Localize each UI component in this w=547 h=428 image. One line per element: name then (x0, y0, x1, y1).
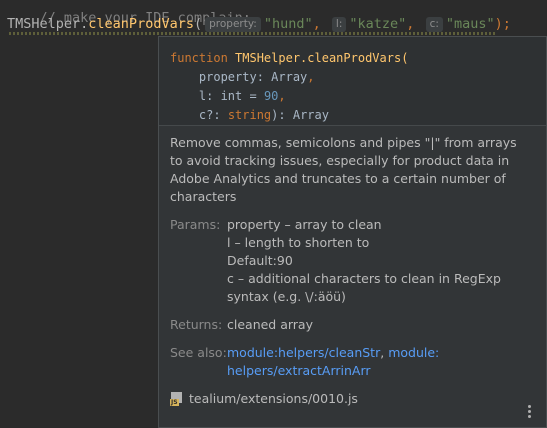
returns-value: cleaned array (227, 317, 313, 332)
function-name: TMSHelper.cleanProdVars( (235, 51, 409, 65)
comma: , (278, 89, 286, 103)
code-call-line[interactable]: TMSHelper.cleanProdVars(property: "hund",… (7, 15, 511, 33)
source-file[interactable]: JS tealium/extensions/0010.js (170, 390, 532, 408)
link-separator: , (380, 345, 389, 360)
arg-value: "maus" (445, 16, 495, 32)
param-item: Default:90 (227, 253, 293, 268)
function-keyword: function (170, 51, 228, 65)
arg-separator: , (312, 16, 321, 32)
function-signature: function TMSHelper.cleanProdVars( proper… (159, 37, 546, 126)
param-hint-c: c: (425, 17, 443, 32)
see-also-link-cleanstr[interactable]: module:helpers/cleanStr (227, 345, 380, 360)
object-name: TMSHelper (7, 16, 81, 32)
see-also-label: See also: (170, 345, 227, 360)
returns-section: Returns: cleaned array (170, 316, 532, 334)
param-item: l – length to shorten to (227, 235, 370, 250)
code-editor[interactable]: // make your IDE complain: TMSHelper.cle… (0, 0, 547, 428)
arg-value: "hund" (263, 16, 313, 32)
warning-underline (7, 32, 497, 35)
see-also-link-extract-cont[interactable]: helpers/extractArrinArr (227, 363, 371, 378)
param-default: 90 (263, 89, 279, 103)
description: Remove commas, semicolons and pipes "|" … (170, 135, 517, 204)
param-item: property – array to clean (227, 217, 382, 232)
open-paren: ( (193, 16, 203, 32)
comma: , (307, 70, 315, 84)
param-hint-l: l: (331, 17, 347, 32)
params-label: Params: (170, 217, 221, 232)
arg-value: "katze" (349, 16, 407, 32)
params-section: Params: property – array to clean l – le… (170, 216, 532, 306)
params-list: property – array to clean l – length to … (227, 216, 532, 306)
param-hint-property: property: (205, 17, 261, 32)
js-file-icon: JS (170, 391, 183, 407)
see-also-section: See also: module:helpers/cleanStr, modul… (170, 344, 532, 380)
see-also-link-extract[interactable]: module: (388, 345, 439, 360)
returns-label: Returns: (170, 317, 223, 332)
param-name: property: (198, 70, 272, 84)
param-name: l: int = (198, 89, 264, 103)
file-path: tealium/extensions/0010.js (189, 391, 358, 406)
param-item: c – additional characters to clean in Re… (227, 271, 501, 304)
documentation-popup: function TMSHelper.cleanProdVars( proper… (158, 36, 547, 428)
see-also-links: module:helpers/cleanStr, module: helpers… (227, 344, 532, 380)
return-signature: ): Array (271, 108, 329, 122)
param-type: string (227, 108, 272, 122)
doc-body: Remove commas, semicolons and pipes "|" … (159, 126, 546, 408)
arg-separator: ); (494, 16, 511, 32)
more-vertical-icon[interactable] (528, 405, 531, 418)
param-type: Array (271, 70, 308, 84)
param-name: c?: (198, 108, 228, 122)
js-icon-tag: JS (170, 398, 179, 406)
method-name: cleanProdVars (88, 16, 194, 32)
